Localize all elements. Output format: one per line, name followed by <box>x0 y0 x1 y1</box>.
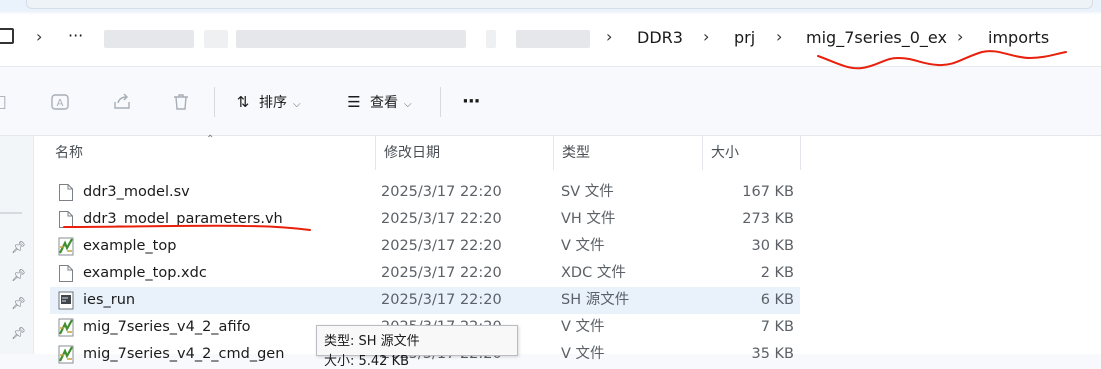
file-name: ddr3_model.sv <box>83 184 190 200</box>
sort-button[interactable]: ⇅ 排序 ⌵ <box>234 89 301 115</box>
nav-divider <box>0 212 22 214</box>
view-list-icon: ☰ <box>347 93 361 111</box>
file-type: V 文件 <box>561 346 605 362</box>
column-header-modified[interactable]: 修改日期 <box>376 136 554 170</box>
more-options-button[interactable]: ··· <box>462 89 480 115</box>
chevron-right-icon[interactable]: › <box>606 27 612 46</box>
file-size: 167 KB <box>742 184 794 200</box>
file-row[interactable]: ddr3_model_parameters.vh 2025/3/17 22:20 V… <box>50 206 800 233</box>
delete-icon[interactable] <box>171 92 191 112</box>
file-type: SV 文件 <box>561 184 614 200</box>
file-size: 30 KB <box>751 238 794 254</box>
file-name: example_top <box>83 238 177 254</box>
file-name: ddr3_model_parameters.vh <box>83 211 283 227</box>
navigation-pane: 📌︎ 📌︎ 📌︎ 📌︎ <box>0 136 34 354</box>
file-row[interactable]: example_top.xdc 2025/3/17 22:20 XDC 文件 2 KB <box>50 260 800 287</box>
tooltip-type-line: 类型: SH 源文件 <box>324 334 420 349</box>
pin-icon[interactable]: 📌︎ <box>11 268 26 282</box>
file-modified: 2025/3/17 22:20 <box>381 184 502 200</box>
breadcrumb-item-imports[interactable]: imports <box>988 28 1049 47</box>
file-type: SH 源文件 <box>561 292 630 308</box>
toolbar-divider <box>440 87 441 117</box>
file-type: XDC 文件 <box>561 265 626 281</box>
chevron-down-icon: ⌵ <box>404 99 412 110</box>
pin-icon[interactable]: 📌︎ <box>11 326 26 340</box>
document-icon <box>59 211 73 228</box>
rename-icon[interactable]: A <box>50 92 70 112</box>
search-bar-edge <box>26 0 1093 9</box>
file-size: 273 KB <box>742 211 794 227</box>
command-toolbar: ▯ A ⇅ 排序 ⌵ ☰ 查看 ⌵ ··· <box>0 67 1101 136</box>
tooltip-size-line: 大小: 5.42 KB <box>324 354 410 369</box>
breadcrumb-item-prj[interactable]: prj <box>734 28 755 47</box>
file-row[interactable]: ddr3_model.sv 2025/3/17 22:20 SV 文件 167 KB <box>50 179 800 206</box>
chevron-right-icon[interactable]: › <box>776 27 782 46</box>
file-modified: 2025/3/17 22:20 <box>381 292 502 308</box>
file-modified: 2025/3/17 22:20 <box>381 265 502 281</box>
view-button-label: 查看 <box>370 95 398 111</box>
document-icon <box>59 265 73 282</box>
file-size: 2 KB <box>760 265 794 281</box>
view-button[interactable]: ☰ 查看 ⌵ <box>345 89 412 115</box>
file-type: VH 文件 <box>561 211 616 227</box>
copy-icon[interactable]: ▯ <box>0 92 12 112</box>
breadcrumb-overflow[interactable]: ··· <box>68 26 83 45</box>
file-row[interactable]: example_top 2025/3/17 22:20 V 文件 30 KB <box>50 233 800 260</box>
column-header-size[interactable]: 大小 <box>703 136 801 170</box>
chevron-down-icon: ⌵ <box>293 99 301 110</box>
verilog-file-icon <box>58 318 74 337</box>
file-modified: 2025/3/17 22:20 <box>381 211 502 227</box>
column-header-type[interactable]: 类型 <box>554 136 703 170</box>
computer-icon[interactable] <box>0 28 14 44</box>
file-type: V 文件 <box>561 238 605 254</box>
file-name: mig_7series_v4_2_cmd_gen <box>83 346 285 362</box>
file-size: 7 KB <box>760 319 794 335</box>
file-type: V 文件 <box>561 319 605 335</box>
file-name: mig_7series_v4_2_afifo <box>83 319 251 335</box>
verilog-file-icon <box>58 237 74 256</box>
shell-script-icon <box>58 291 74 310</box>
svg-text:A: A <box>57 98 64 109</box>
column-header-name[interactable]: 名称 <box>47 136 376 170</box>
file-list: ⌃ 名称 修改日期 类型 大小 ddr3_model.sv 2025/3/17 2… <box>34 134 1101 364</box>
sort-icon: ⇅ <box>236 93 250 111</box>
sort-button-label: 排序 <box>259 95 287 111</box>
pin-icon[interactable]: 📌︎ <box>11 296 26 310</box>
chevron-right-icon[interactable]: › <box>36 27 42 46</box>
file-modified: 2025/3/17 22:20 <box>381 238 502 254</box>
share-icon[interactable] <box>112 92 132 112</box>
document-icon <box>59 184 73 201</box>
address-bar[interactable]: › ··· › DDR3 › prj › mig_7series_0_ex › … <box>0 14 1101 67</box>
file-info-tooltip: 类型: SH 源文件 大小: 5.42 KB <box>316 325 518 369</box>
file-size: 6 KB <box>760 292 794 308</box>
verilog-file-icon <box>58 345 74 364</box>
file-name: ies_run <box>83 292 136 308</box>
chevron-right-icon[interactable]: › <box>957 27 963 46</box>
chevron-right-icon[interactable]: › <box>703 27 709 46</box>
window-top-strip <box>0 0 1101 12</box>
breadcrumb-item-mig-7series-0-ex[interactable]: mig_7series_0_ex <box>806 28 947 47</box>
pin-icon[interactable]: 📌︎ <box>11 240 26 254</box>
toolbar-divider <box>214 87 215 117</box>
file-name: example_top.xdc <box>83 265 207 281</box>
file-row[interactable]: ies_run 2025/3/17 22:20 SH 源文件 6 KB <box>50 287 800 314</box>
breadcrumb-item-ddr3[interactable]: DDR3 <box>637 28 683 47</box>
file-size: 35 KB <box>751 346 794 362</box>
